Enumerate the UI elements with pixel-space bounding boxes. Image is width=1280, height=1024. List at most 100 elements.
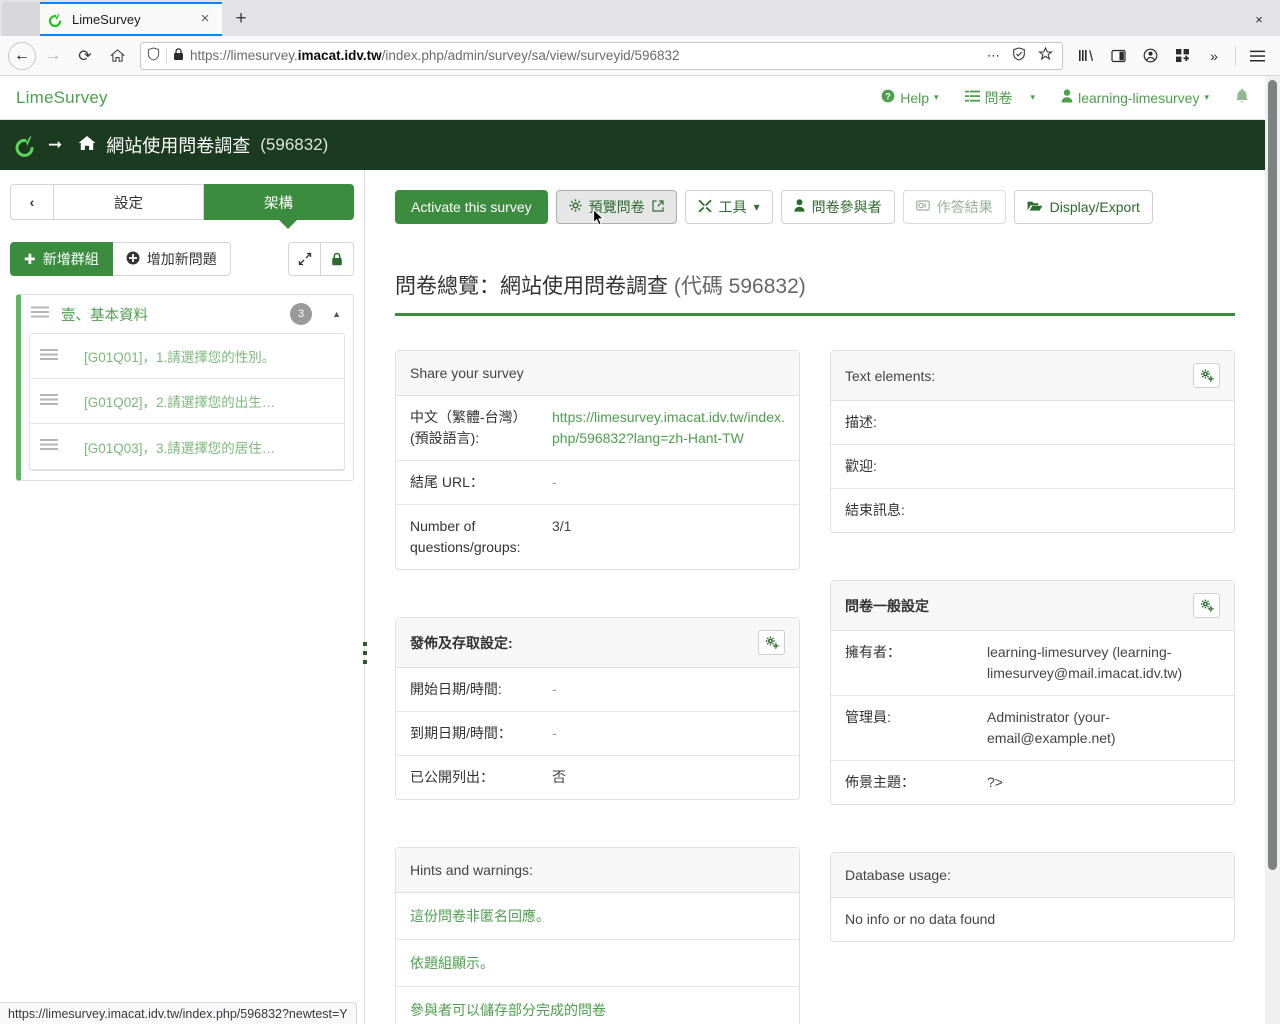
responses-icon bbox=[915, 199, 930, 215]
arrow-right-icon: ➞ bbox=[48, 135, 63, 154]
plus-icon: ✚ bbox=[24, 250, 36, 267]
star-icon[interactable] bbox=[1035, 46, 1056, 64]
navbar-item-help[interactable]: ? Help ▾ bbox=[881, 89, 939, 106]
url-bar[interactable]: https://limesurvey.imacat.idv.tw/index.p… bbox=[140, 41, 1063, 70]
admin-key: 管理員: bbox=[845, 709, 891, 725]
overview-left-column: Share your survey 中文（繁體-台灣）(預設語言): https… bbox=[395, 350, 800, 1024]
sidebar-icon[interactable] bbox=[1103, 42, 1133, 70]
sidebar-resize-handle[interactable] bbox=[360, 642, 369, 664]
question-label[interactable]: [G01Q01]，1.請選擇您的性別。 bbox=[84, 346, 275, 366]
shield-icon[interactable] bbox=[147, 47, 160, 64]
hint-item[interactable]: 參與者可以儲存部分完成的問卷 bbox=[396, 987, 799, 1024]
tab-strip: LimeSurvey × + × bbox=[0, 0, 1280, 36]
reader-icon[interactable] bbox=[1009, 47, 1029, 64]
sidebar-tab-structure[interactable]: 架構 bbox=[204, 184, 354, 220]
menu-icon[interactable] bbox=[1242, 42, 1272, 70]
close-window-icon[interactable]: × bbox=[1246, 12, 1272, 27]
survey-public-url[interactable]: https://limesurvey.imacat.idv.tw/index.p… bbox=[552, 407, 785, 449]
hint-item[interactable]: 這份問卷非匿名回應。 bbox=[396, 893, 799, 940]
theme-value: ?> bbox=[987, 774, 1003, 790]
library-icon[interactable] bbox=[1071, 42, 1101, 70]
page-scrollbar[interactable] bbox=[1265, 76, 1280, 1024]
tools-button[interactable]: 工具 ▾ bbox=[684, 190, 773, 224]
extensions-icon[interactable] bbox=[1167, 42, 1197, 70]
survey-participants-button[interactable]: 問卷參與者 bbox=[780, 190, 895, 224]
navbar-item-user[interactable]: learning-limesurvey ▾ bbox=[1061, 89, 1209, 106]
account-icon[interactable] bbox=[1135, 42, 1165, 70]
chevron-up-icon[interactable]: ▲ bbox=[332, 309, 341, 319]
activate-survey-button[interactable]: Activate this survey bbox=[395, 190, 548, 224]
gears-icon[interactable] bbox=[1193, 363, 1220, 388]
chevron-down-icon: ▾ bbox=[1204, 92, 1209, 102]
sidebar-tabs: ‹ 設定 架構 bbox=[0, 170, 364, 229]
question-group-name[interactable]: 壹、基本資料 bbox=[61, 304, 148, 325]
browser-tab-limesurvey[interactable]: LimeSurvey × bbox=[40, 2, 222, 36]
add-group-button[interactable]: ✚ 新增群組 bbox=[10, 242, 113, 276]
question-list: [G01Q01]，1.請選擇您的性別。 [G01Q02]，2.請選擇您的出生… bbox=[29, 333, 345, 470]
gears-icon[interactable] bbox=[1193, 593, 1220, 618]
sidebar-collapse-button[interactable]: ‹ bbox=[10, 184, 54, 220]
start-date-value: - bbox=[552, 681, 557, 697]
overview-right-column: Text elements: 描述: 歡迎: 結束訊息: 問卷一般設定 擁有者：… bbox=[830, 350, 1235, 1024]
survey-sidebar: ‹ 設定 架構 ✚ 新增群組 增加新問題 壹、基本資料 3 ▲ [G01Q01]… bbox=[0, 170, 367, 1024]
description-key: 描述: bbox=[845, 414, 877, 430]
list-icon bbox=[964, 90, 980, 106]
toolbar-divider bbox=[1235, 45, 1236, 66]
display-export-button[interactable]: Display/Export bbox=[1013, 190, 1153, 224]
reload-icon[interactable]: ⟳ bbox=[70, 41, 100, 71]
navbar-item-help-label: Help bbox=[900, 89, 930, 106]
app-navbar-right: ? Help ▾ 問卷 ▾ learning-limesurvey ▾ bbox=[881, 88, 1249, 108]
question-label[interactable]: [G01Q02]，2.請選擇您的出生… bbox=[84, 391, 275, 411]
add-question-button[interactable]: 增加新問題 bbox=[112, 242, 231, 276]
start-date-key: 開始日期/時間: bbox=[410, 681, 502, 697]
home-icon[interactable] bbox=[78, 135, 96, 155]
forward-icon[interactable]: → bbox=[38, 41, 68, 71]
drag-handle-icon[interactable] bbox=[31, 305, 49, 323]
hints-warnings-panel: Hints and warnings: 這份問卷非匿名回應。 依題組顯示。 參與… bbox=[395, 847, 800, 1024]
drag-handle-icon[interactable] bbox=[40, 348, 58, 365]
svg-text:?: ? bbox=[885, 91, 891, 101]
lock-icon[interactable] bbox=[173, 47, 184, 64]
chevron-down-icon: ▾ bbox=[934, 92, 939, 102]
back-icon[interactable]: ← bbox=[8, 41, 36, 70]
sidebar-action-buttons: ✚ 新增群組 增加新問題 bbox=[0, 220, 364, 276]
app-brand[interactable]: LimeSurvey bbox=[16, 88, 108, 108]
question-group-card: 壹、基本資料 3 ▲ [G01Q01]，1.請選擇您的性別。 [G01Q02]，… bbox=[16, 294, 354, 481]
survey-overview-main: Activate this survey 預覽問卷 工具 ▾ 問卷參與者 作答結… bbox=[365, 170, 1265, 1024]
drag-handle-icon[interactable] bbox=[40, 438, 58, 455]
drag-handle-icon[interactable] bbox=[40, 393, 58, 410]
general-settings-title: 問卷一般設定 bbox=[831, 581, 1234, 631]
question-list-item[interactable]: [G01Q03]，3.請選擇您的居住… bbox=[30, 424, 344, 469]
preview-survey-button[interactable]: 預覽問卷 bbox=[555, 190, 677, 226]
url-text[interactable]: https://limesurvey.imacat.idv.tw/index.p… bbox=[190, 48, 978, 63]
hint-item[interactable]: 依題組顯示。 bbox=[396, 940, 799, 987]
window-controls: × bbox=[1194, 2, 1280, 36]
scrollbar-thumb[interactable] bbox=[1268, 80, 1277, 870]
preview-survey-label: 預覽問卷 bbox=[588, 199, 645, 215]
end-url-value: - bbox=[552, 474, 557, 490]
close-tab-icon[interactable]: × bbox=[196, 10, 214, 28]
share-survey-row: Number of questions/groups: 3/1 bbox=[396, 505, 799, 569]
sidebar-tab-settings[interactable]: 設定 bbox=[54, 184, 204, 220]
navbar-item-user-label: learning-limesurvey bbox=[1078, 89, 1200, 106]
browser-tab-title: LimeSurvey bbox=[72, 11, 141, 27]
publication-access-panel: 發佈及存取設定: 開始日期/時間: - 到期日期/時間： - 已公開列出： 否 bbox=[395, 617, 800, 800]
overflow-icon[interactable]: » bbox=[1199, 42, 1229, 70]
question-list-item[interactable]: [G01Q01]，1.請選擇您的性別。 bbox=[30, 334, 344, 379]
home-icon[interactable] bbox=[102, 41, 132, 71]
lock-icon[interactable] bbox=[321, 242, 354, 276]
collapse-arrows-icon[interactable] bbox=[288, 242, 321, 276]
question-group-header[interactable]: 壹、基本資料 3 ▲ bbox=[21, 295, 353, 333]
ellipsis-icon[interactable]: ⋯ bbox=[984, 48, 1003, 64]
navbar-item-surveys[interactable]: 問卷 ▾ bbox=[964, 88, 1036, 108]
url-domain: imacat.idv.tw bbox=[297, 48, 382, 63]
chevron-down-icon: ▾ bbox=[1030, 92, 1036, 102]
question-label[interactable]: [G01Q03]，3.請選擇您的居住… bbox=[84, 437, 275, 457]
theme-key: 佈景主題： bbox=[845, 774, 915, 790]
question-count-value: 3/1 bbox=[552, 518, 572, 534]
share-survey-panel: Share your survey 中文（繁體-台灣）(預設語言): https… bbox=[395, 350, 800, 570]
gears-icon[interactable] bbox=[758, 630, 785, 655]
bell-icon[interactable] bbox=[1235, 88, 1249, 108]
question-list-item[interactable]: [G01Q02]，2.請選擇您的出生… bbox=[30, 379, 344, 424]
new-tab-button[interactable]: + bbox=[226, 4, 256, 34]
